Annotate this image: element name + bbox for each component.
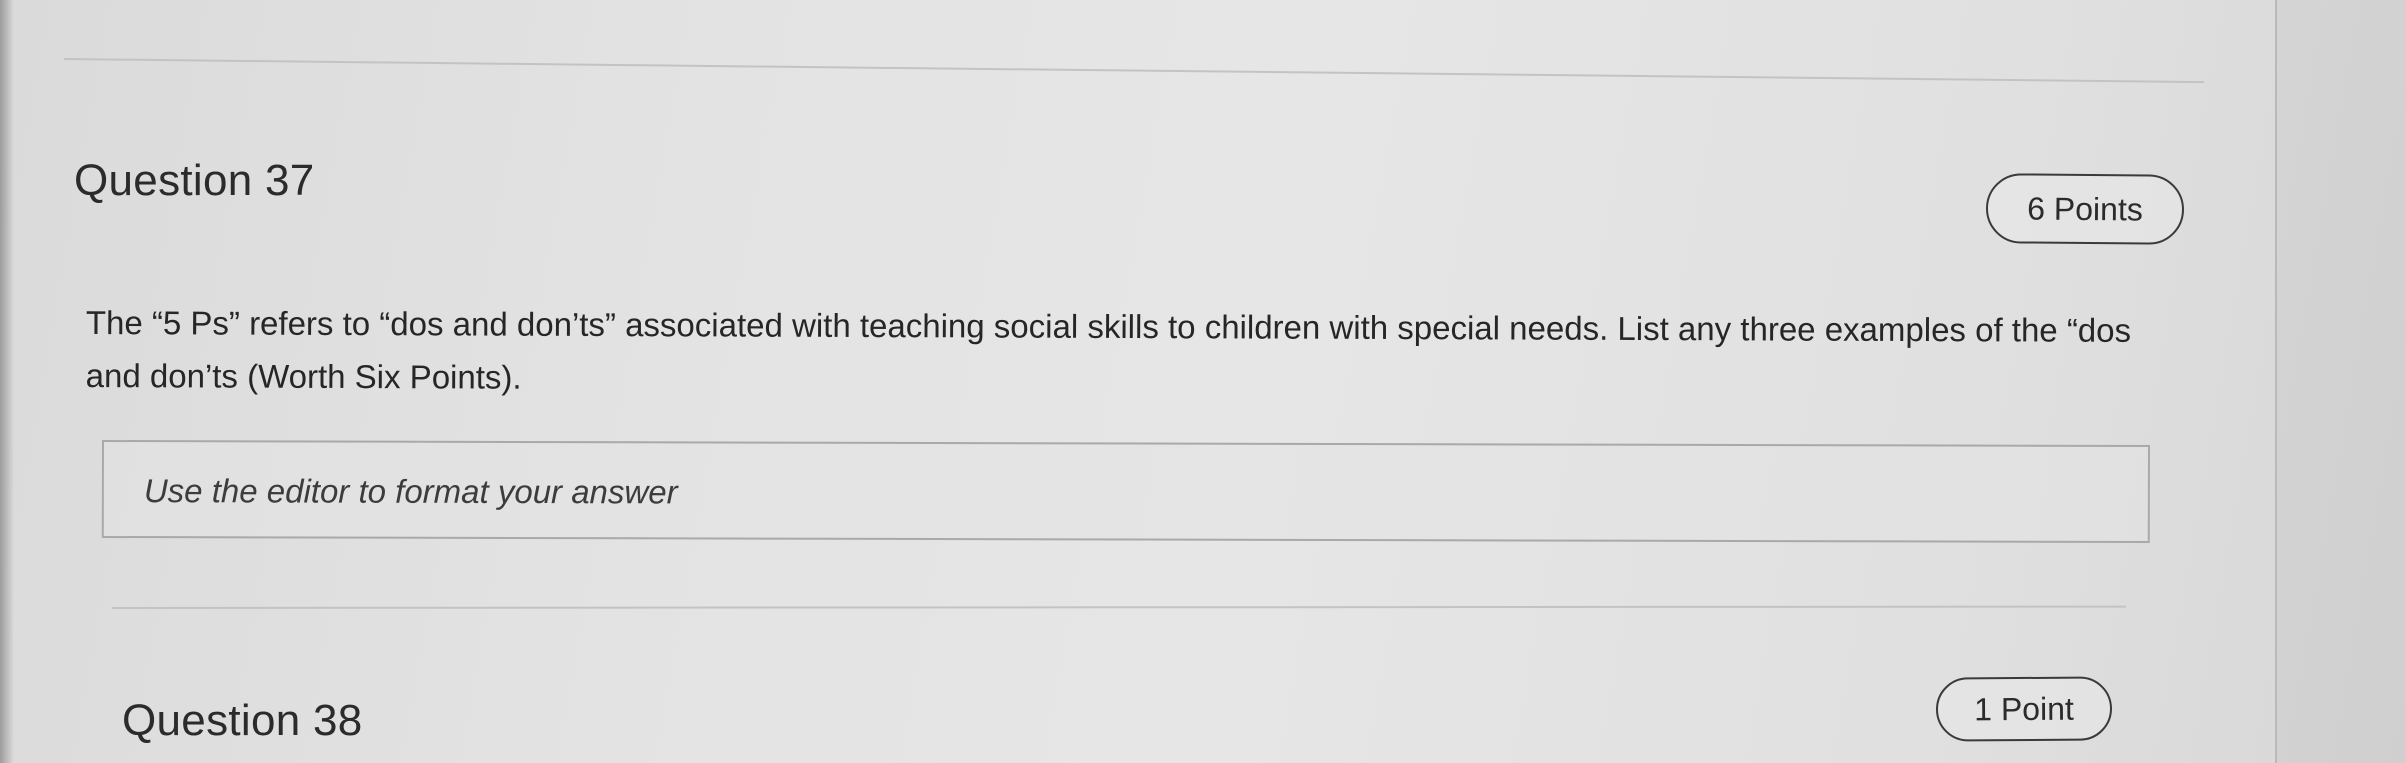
quiz-screen: Question 37 6 Points The “5 Ps” refers t… [0,0,2405,763]
question-38-points-badge: 1 Point [1935,676,2113,742]
answer-editor-placeholder: Use the editor to format your answer [143,472,678,511]
question-37-prompt: The “5 Ps” refers to “dos and don’ts” as… [85,303,2132,396]
question-divider [111,605,2127,609]
question-38-title: Question 38 [122,696,363,745]
page-left-edge [0,0,14,763]
question-37-points-badge: 6 Points [1985,173,2185,245]
question-37-title: Question 37 [74,156,315,205]
quiz-page: Question 37 6 Points The “5 Ps” refers t… [0,0,2277,763]
question-37-answer-editor[interactable]: Use the editor to format your answer [101,440,2150,544]
question-divider-top [63,58,2204,84]
